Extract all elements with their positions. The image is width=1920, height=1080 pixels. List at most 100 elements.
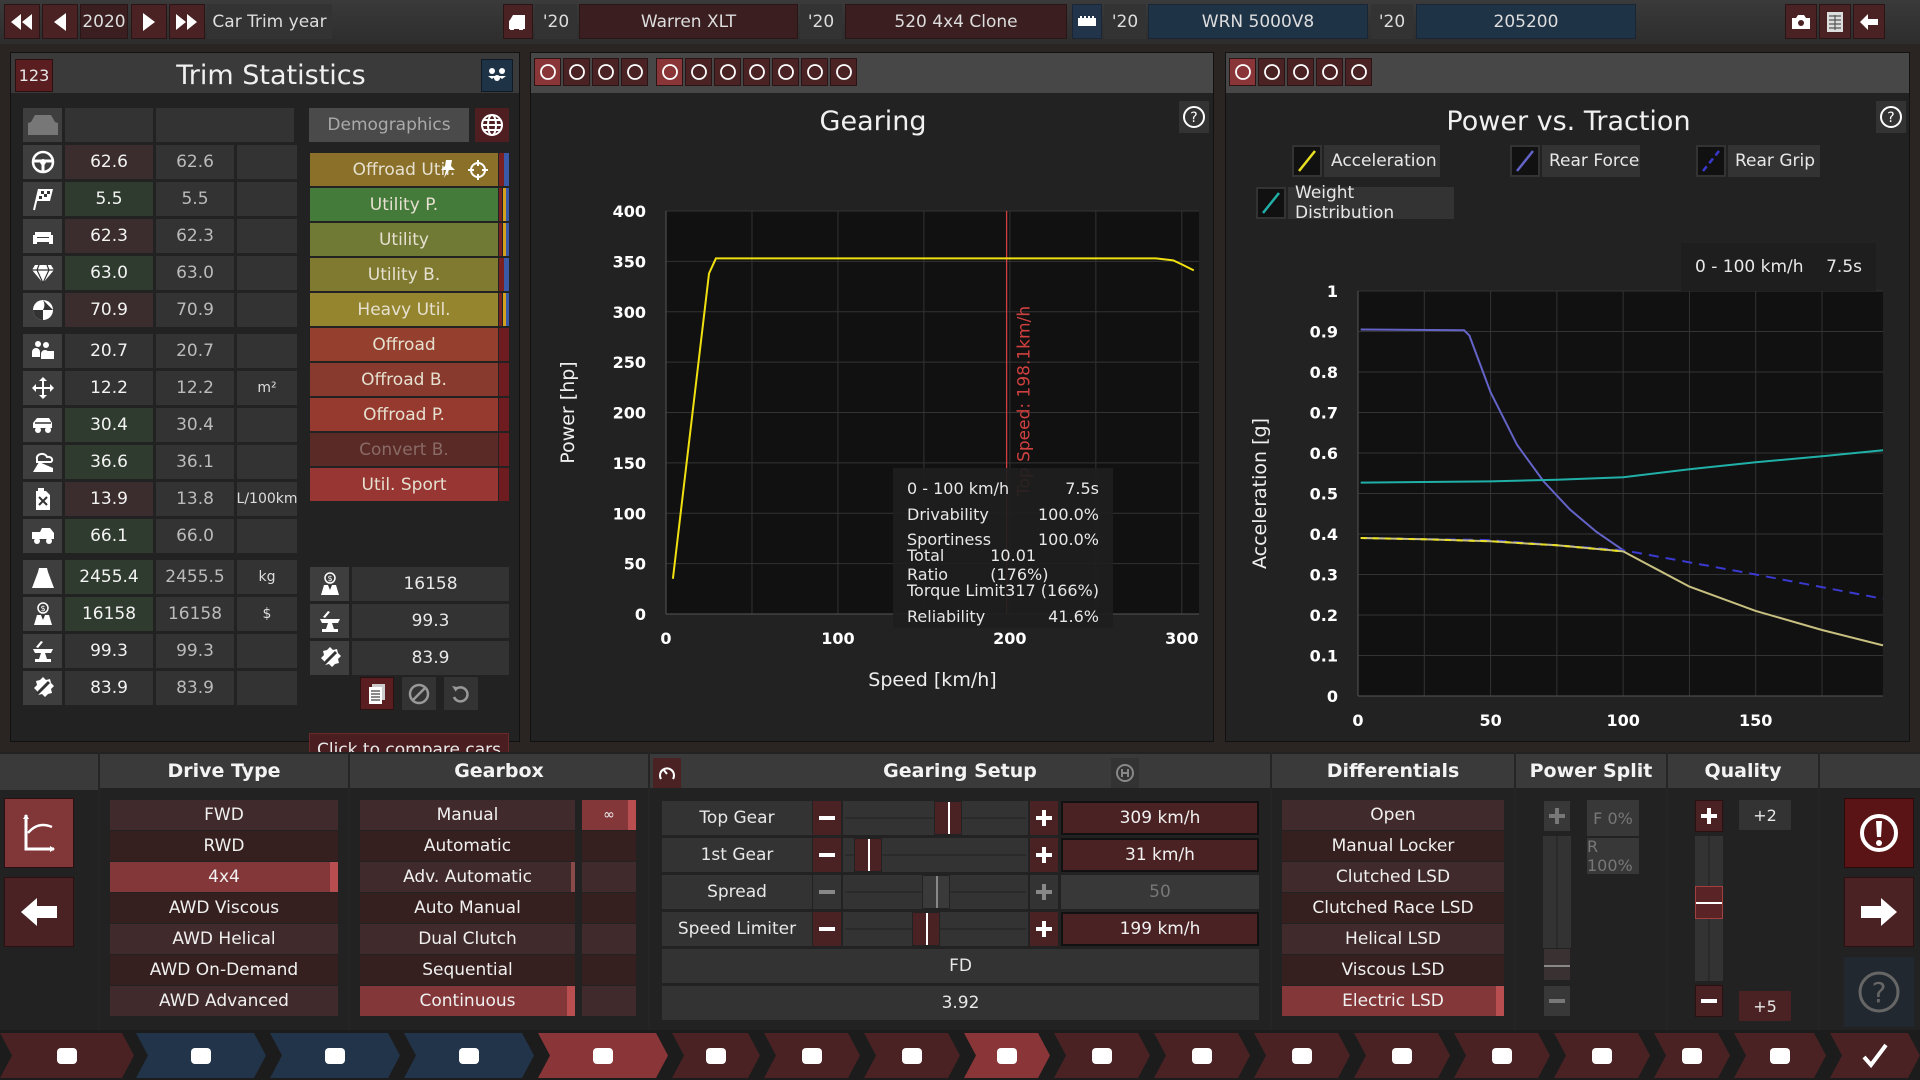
increase-button[interactable] bbox=[1030, 801, 1058, 835]
spreadsheet-button[interactable] bbox=[1819, 4, 1851, 39]
power-split-minus-button[interactable] bbox=[1543, 985, 1571, 1017]
speedometer-button[interactable] bbox=[653, 758, 681, 788]
back-button[interactable] bbox=[1853, 4, 1885, 39]
power-split-plus-button[interactable] bbox=[1543, 800, 1571, 832]
nav-family[interactable] bbox=[270, 1033, 400, 1078]
nav-interior[interactable] bbox=[1354, 1033, 1450, 1078]
fuel-pump-tab[interactable] bbox=[1345, 58, 1372, 86]
legend-swatch[interactable] bbox=[1256, 187, 1286, 219]
variant-selector[interactable]: 205200 bbox=[1416, 4, 1636, 39]
help-button[interactable]: ? bbox=[1876, 101, 1906, 133]
checkered-flag-tab[interactable] bbox=[592, 58, 619, 86]
decrease-button[interactable] bbox=[813, 875, 841, 909]
engine-gear-tab[interactable] bbox=[801, 58, 828, 86]
environment-tab[interactable] bbox=[621, 58, 648, 86]
drive_type-option[interactable]: FWD bbox=[110, 800, 338, 830]
gear-count-cell[interactable] bbox=[582, 862, 636, 892]
screenshot-button[interactable] bbox=[1785, 4, 1817, 39]
nav-family-tree[interactable] bbox=[404, 1033, 534, 1078]
help-button[interactable]: ? bbox=[1179, 101, 1209, 133]
engine-icon-button[interactable] bbox=[1072, 4, 1102, 39]
demographic-item[interactable]: Offroad P. bbox=[310, 398, 498, 431]
next-year-button[interactable] bbox=[131, 4, 167, 39]
engine-selector[interactable]: WRN 5000V8 bbox=[1148, 4, 1368, 39]
demographic-item[interactable]: Offroad bbox=[310, 328, 498, 361]
gearbox-option[interactable]: Continuous bbox=[360, 986, 575, 1016]
differentials-option[interactable]: Clutched LSD bbox=[1282, 862, 1504, 892]
demographic-item[interactable]: Util. Sport bbox=[310, 468, 498, 501]
prev-year-button[interactable] bbox=[42, 4, 78, 39]
brake-disc-tab[interactable] bbox=[1258, 58, 1285, 86]
next-step-button[interactable] bbox=[1844, 877, 1914, 947]
gearing-slider[interactable] bbox=[843, 912, 1028, 946]
gearing-value-field[interactable]: 199 km/h bbox=[1061, 912, 1259, 946]
nav-car-lineup[interactable] bbox=[672, 1033, 760, 1078]
gearbox-option[interactable]: Manual bbox=[360, 800, 575, 830]
power-split-slider-handle[interactable] bbox=[1543, 948, 1571, 981]
demographic-item[interactable]: Heavy Util. bbox=[310, 293, 498, 326]
increase-button[interactable] bbox=[1030, 838, 1058, 872]
year-field[interactable]: 2020 bbox=[80, 4, 128, 39]
drive_type-option[interactable]: AWD Helical bbox=[110, 924, 338, 954]
slider-handle[interactable] bbox=[853, 838, 882, 872]
legend-swatch[interactable] bbox=[1510, 145, 1540, 177]
nav-car-tree[interactable] bbox=[538, 1033, 668, 1078]
decrease-button[interactable] bbox=[813, 838, 841, 872]
increase-button[interactable] bbox=[1030, 912, 1058, 946]
nav-aero[interactable] bbox=[1254, 1033, 1350, 1078]
gearbox-option[interactable]: Dual Clutch bbox=[360, 924, 575, 954]
gearing-slider[interactable] bbox=[843, 801, 1028, 835]
gearbox-option[interactable]: Auto Manual bbox=[360, 893, 575, 923]
demographic-item[interactable]: Offroad B. bbox=[310, 363, 498, 396]
gear-count-cell[interactable] bbox=[582, 986, 636, 1016]
globe-button[interactable] bbox=[475, 108, 509, 142]
nav-steering-balance[interactable] bbox=[1454, 1033, 1550, 1078]
quality-minus-button[interactable] bbox=[1695, 985, 1723, 1017]
gearbox-option[interactable]: Sequential bbox=[360, 955, 575, 985]
demographic-item[interactable]: Convert B. bbox=[310, 433, 498, 466]
drive_type-option[interactable]: AWD Advanced bbox=[110, 986, 338, 1016]
differentials-option[interactable]: Helical LSD bbox=[1282, 924, 1504, 954]
gearing-slider[interactable] bbox=[843, 838, 1028, 872]
clear-comparison-button[interactable] bbox=[402, 677, 436, 710]
quality-plus-button[interactable] bbox=[1695, 800, 1723, 832]
slider-handle[interactable] bbox=[912, 912, 941, 946]
quality-slider-track[interactable] bbox=[1695, 836, 1723, 981]
last-year-button[interactable] bbox=[169, 4, 205, 39]
differentials-option[interactable]: Viscous LSD bbox=[1282, 955, 1504, 985]
speedometer-tab[interactable] bbox=[830, 58, 857, 86]
nav-chassis[interactable] bbox=[764, 1033, 860, 1078]
tire-tab[interactable] bbox=[1287, 58, 1314, 86]
gear-count-cell[interactable] bbox=[582, 893, 636, 923]
gearbox-tab[interactable] bbox=[656, 58, 683, 86]
stats-badge[interactable]: 123 bbox=[15, 59, 53, 92]
legend-swatch[interactable] bbox=[1292, 145, 1322, 177]
help-button[interactable]: ? bbox=[1844, 957, 1914, 1027]
demographic-item[interactable]: Utility P. bbox=[310, 188, 498, 221]
slider-handle[interactable] bbox=[934, 801, 963, 835]
warnings-button[interactable] bbox=[1844, 798, 1914, 868]
trim-selector[interactable]: 520 4x4 Clone bbox=[845, 4, 1067, 39]
drive_type-option[interactable]: 4x4 bbox=[110, 862, 338, 892]
gearing-slider[interactable] bbox=[843, 875, 1028, 909]
chart-view-button[interactable] bbox=[4, 798, 74, 868]
demographics-toggle-button[interactable] bbox=[481, 59, 513, 92]
nav-test-track[interactable] bbox=[1734, 1033, 1826, 1078]
suspension-tab[interactable] bbox=[743, 58, 770, 86]
increase-button[interactable] bbox=[1030, 875, 1058, 909]
nav-family-documents[interactable] bbox=[136, 1033, 266, 1078]
first-year-button[interactable] bbox=[4, 4, 40, 39]
power-split-slider-track[interactable] bbox=[1543, 836, 1571, 981]
copy-stats-button[interactable] bbox=[360, 677, 394, 710]
legend-swatch[interactable] bbox=[1696, 145, 1726, 177]
differentials-option[interactable]: Open bbox=[1282, 800, 1504, 830]
performance-chart-tab[interactable] bbox=[534, 58, 561, 86]
gear-count-cell[interactable] bbox=[582, 955, 636, 985]
gear-count-value[interactable]: ∞ bbox=[582, 800, 636, 830]
differentials-option[interactable]: Manual Locker bbox=[1282, 831, 1504, 861]
nav-wheel[interactable] bbox=[1054, 1033, 1150, 1078]
gearbox-option[interactable]: Automatic bbox=[360, 831, 575, 861]
nav-headlight[interactable] bbox=[864, 1033, 960, 1078]
demographic-item[interactable]: Utility B. bbox=[310, 258, 498, 291]
model-selector[interactable]: Warren XLT bbox=[579, 4, 798, 39]
